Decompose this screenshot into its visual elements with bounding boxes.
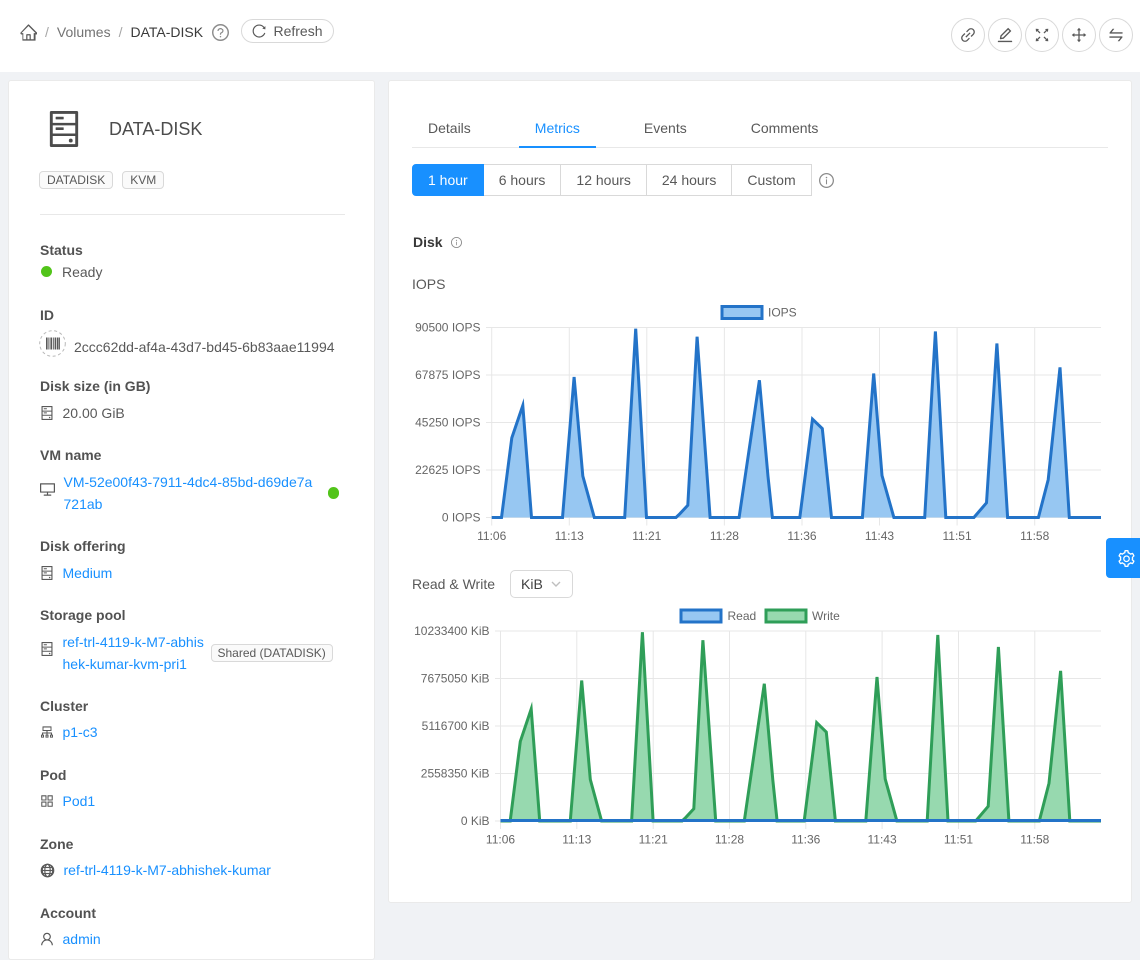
svg-text:45250 IOPS: 45250 IOPS (415, 416, 480, 430)
svg-text:0 IOPS: 0 IOPS (442, 511, 481, 525)
svg-text:7675050 KiB: 7675050 KiB (421, 672, 490, 686)
svg-text:0 KiB: 0 KiB (461, 814, 490, 828)
svg-text:67875 IOPS: 67875 IOPS (415, 368, 480, 382)
svg-text:10233400 KiB: 10233400 KiB (414, 624, 489, 638)
svg-text:11:28: 11:28 (710, 529, 739, 543)
svg-text:2558350 KiB: 2558350 KiB (421, 767, 490, 781)
svg-text:11:13: 11:13 (555, 529, 584, 543)
svg-text:11:21: 11:21 (632, 529, 661, 543)
svg-text:90500 IOPS: 90500 IOPS (415, 321, 480, 335)
svg-text:11:58: 11:58 (1020, 529, 1049, 543)
svg-text:11:43: 11:43 (865, 529, 894, 543)
svg-text:22625 IOPS: 22625 IOPS (415, 463, 480, 477)
svg-text:11:58: 11:58 (1020, 833, 1049, 847)
svg-text:11:06: 11:06 (486, 833, 515, 847)
svg-text:11:36: 11:36 (791, 833, 820, 847)
svg-text:IOPS: IOPS (768, 306, 797, 320)
svg-text:11:13: 11:13 (562, 833, 591, 847)
svg-text:11:28: 11:28 (715, 833, 744, 847)
svg-text:11:51: 11:51 (944, 833, 973, 847)
svg-text:11:06: 11:06 (477, 529, 506, 543)
svg-text:11:51: 11:51 (943, 529, 972, 543)
svg-text:5116700 KiB: 5116700 KiB (422, 719, 490, 733)
svg-text:11:21: 11:21 (639, 833, 668, 847)
svg-text:Write: Write (812, 609, 840, 623)
svg-text:11:43: 11:43 (868, 833, 897, 847)
svg-text:11:36: 11:36 (787, 529, 816, 543)
svg-text:Read: Read (728, 609, 757, 623)
